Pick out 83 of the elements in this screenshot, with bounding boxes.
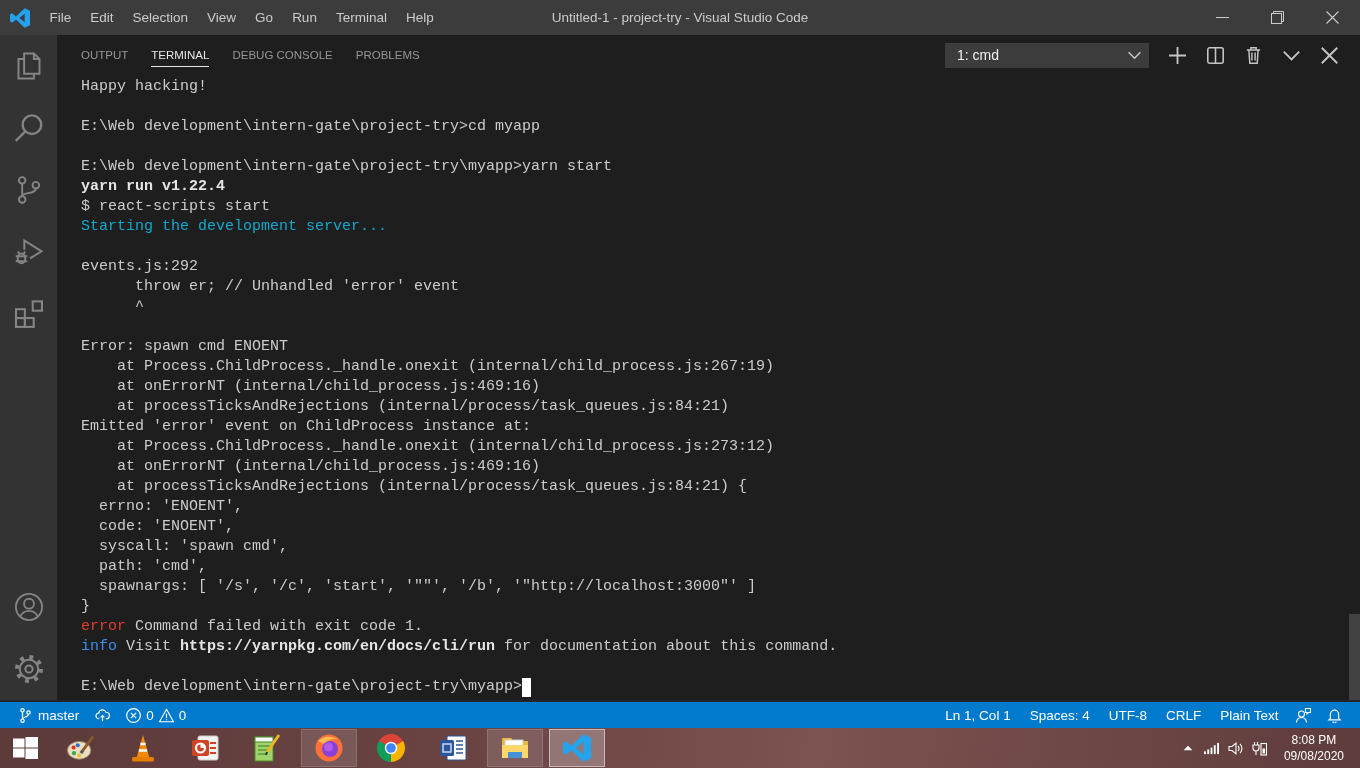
clock-time: 8:08 PM (1291, 732, 1337, 748)
taskbar-button[interactable] (487, 729, 543, 767)
terminal-line: path: 'cmd', (98, 557, 208, 577)
terminal-line: E:\Web development\intern-gate\project-try\myapp>yarn start (81, 157, 613, 177)
menu-item[interactable]: View (197, 3, 246, 32)
terminal-line: E:\Web development\intern-gate\project-try>cd myapp (81, 117, 541, 137)
status-bar-item[interactable]: CRLF (1156, 702, 1211, 728)
terminal-line: at Process.ChildProcess._handle.onexit (internal/child_process.js:273:12) (116, 437, 775, 457)
scrollbar-thumb[interactable] (1349, 614, 1360, 700)
paint-palette-icon[interactable] (67, 734, 95, 762)
branch-button[interactable]: master (10, 702, 88, 728)
status-bar-item[interactable]: Ln 1, Col 1 (935, 702, 1021, 728)
account-icon[interactable] (14, 593, 43, 621)
traffic-cone-icon[interactable] (129, 734, 157, 762)
flame-globe-icon[interactable] (315, 734, 343, 762)
terminal-line: at onErrorNT (internal/child_process.js:469:16) (116, 377, 541, 397)
terminal-line: at Process.ChildProcess._handle.onexit (internal/child_process.js:267:19) (116, 357, 775, 377)
taskbar-button[interactable] (301, 729, 357, 767)
problems-button[interactable]: 0 0 (118, 702, 195, 728)
warning-icon (158, 707, 174, 723)
document-icon[interactable] (439, 734, 467, 762)
terminal-line: spawnargs: [ '/s', '/c', 'start', '""', '/b', '"http://localhost:3000"' ] (98, 577, 757, 597)
split-icon[interactable] (1206, 46, 1224, 64)
clock-date: 09/08/2020 (1283, 748, 1344, 764)
ribbon-logo-icon (10, 7, 30, 28)
terminal-line: info Visit https://yarnpkg.com/en/docs/cli/run for documentation about this command. (81, 637, 838, 657)
terminal-line: at processTicksAndRejections (internal/process/task_queues.js:84:21) { (116, 477, 748, 497)
close-icon[interactable] (1326, 11, 1339, 24)
terminal-line: Emitted 'error' event on ChildProcess instance at: (81, 417, 532, 437)
menu-item[interactable]: Help (396, 3, 444, 32)
feedback-icon[interactable] (1296, 707, 1311, 723)
wheel-logo-icon[interactable] (377, 734, 405, 762)
terminal-line: } (81, 597, 90, 617)
panel-tab[interactable]: DEBUG CONSOLE (232, 43, 333, 67)
terminal-select[interactable]: 1: cmd (945, 42, 1149, 68)
restore-icon[interactable] (1271, 11, 1284, 24)
panel-tab[interactable]: TERMINAL (151, 43, 210, 67)
terminal-line: Happy hacking! (81, 77, 208, 97)
terminal-line: Starting the development server... (81, 217, 388, 237)
presentation-icon[interactable] (191, 734, 219, 762)
battery-charging-icon[interactable] (1252, 740, 1268, 756)
plus-icon[interactable] (1168, 46, 1186, 64)
terminal-line: errno: 'ENOENT', (98, 497, 244, 517)
terminal-line: $ react-scripts start (81, 197, 271, 217)
menu-item[interactable]: Run (282, 3, 327, 32)
caret-up-icon[interactable] (1182, 745, 1193, 751)
terminal-line: at processTicksAndRejections (internal/process/task_queues.js:84:21) (116, 397, 730, 417)
menu-item[interactable]: Edit (80, 3, 124, 32)
notepad-icon[interactable] (253, 734, 281, 762)
panel-tab[interactable]: OUTPUT (81, 43, 129, 67)
menu-item[interactable]: Terminal (326, 3, 397, 32)
terminal-line: ^ (134, 297, 144, 317)
menu-item[interactable]: Go (245, 3, 283, 32)
branch-icon (18, 707, 33, 723)
terminal-line: code: 'ENOENT', (98, 517, 235, 537)
terminal-line: E:\Web development\intern-gate\project-try\myapp> (81, 677, 523, 697)
signal-icon[interactable] (1204, 740, 1220, 756)
terminal-line: at onErrorNT (internal/child_process.js:469:16) (116, 457, 541, 477)
cloud-upload-icon[interactable] (95, 707, 111, 723)
ribbon-logo-icon (563, 734, 591, 762)
terminal-line: syscall: 'spawn cmd', (98, 537, 289, 557)
close-icon[interactable] (1320, 46, 1338, 64)
terminal-line: events.js:292 (81, 257, 199, 277)
windows-icon[interactable] (12, 737, 38, 759)
search-icon[interactable] (14, 114, 43, 142)
trash-icon[interactable] (1244, 46, 1262, 64)
status-bar-item[interactable]: Spaces: 4 (1020, 702, 1100, 728)
terminal-line: Error: spawn cmd ENOENT (81, 337, 289, 357)
settings-icon[interactable] (14, 655, 43, 683)
terminal-line: error Command failed with exit code 1. (81, 617, 424, 637)
run-debug-icon[interactable] (14, 238, 43, 266)
window-title: Untitled-1 - project-try - Visual Studio Code (551, 10, 809, 25)
panel-tab[interactable]: PROBLEMS (355, 43, 420, 67)
volume-icon[interactable] (1228, 740, 1244, 756)
menu-item[interactable]: Selection (123, 3, 198, 32)
terminal-line: throw er; // Unhandled 'error' event (134, 277, 460, 297)
error-icon (126, 707, 142, 723)
extensions-icon[interactable] (14, 300, 43, 328)
menu-item[interactable]: File (40, 3, 81, 32)
status-bar-item[interactable]: Plain Text (1210, 702, 1288, 728)
terminal-line: yarn run v1.22.4 (81, 177, 226, 197)
status-bar-item[interactable]: UTF-8 (1099, 702, 1157, 728)
bell-icon[interactable] (1327, 707, 1342, 723)
